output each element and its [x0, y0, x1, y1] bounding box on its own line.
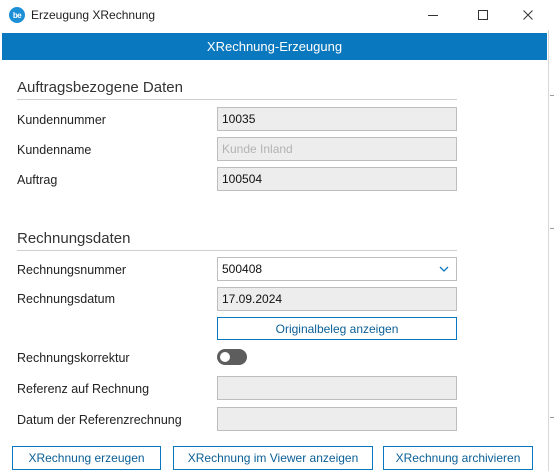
order-label: Auftrag [17, 173, 58, 187]
invoice-section-title: Rechnungsdaten [17, 230, 131, 247]
invoice-date-label: Rechnungsdatum [17, 292, 115, 306]
reference-date-field[interactable] [217, 407, 457, 431]
customer-name-field[interactable]: Kunde Inland [217, 137, 457, 161]
app-logo-icon: be [9, 7, 25, 23]
invoice-date-field[interactable]: 17.09.2024 [217, 287, 457, 311]
close-icon [523, 10, 533, 20]
customer-number-field[interactable]: 10035 [217, 107, 457, 131]
show-original-document-button[interactable]: Originalbeleg anzeigen [217, 317, 457, 340]
reference-invoice-label: Referenz auf Rechnung [17, 382, 150, 396]
customer-number-label: Kundennummer [17, 113, 106, 127]
header-banner: XRechnung-Erzeugung [2, 33, 547, 60]
invoice-section-divider [17, 250, 457, 251]
reference-date-label: Datum der Referenzrechnung [17, 413, 182, 427]
invoice-correction-toggle[interactable] [217, 349, 247, 365]
toggle-knob [220, 352, 230, 362]
order-section-title: Auftragsbezogene Daten [17, 79, 183, 96]
window-title: Erzeugung XRechnung [31, 8, 156, 22]
dialog-window: be Erzeugung XRechnung XRechnung-Erzeugu… [0, 0, 549, 471]
minimize-icon [428, 15, 438, 16]
order-field[interactable]: 100504 [217, 167, 457, 191]
title-bar: be Erzeugung XRechnung [0, 0, 549, 30]
background-window-edge [550, 228, 554, 229]
invoice-number-select[interactable]: 500408 [217, 257, 457, 281]
chevron-down-icon[interactable] [438, 263, 450, 275]
customer-name-label: Kundenname [17, 143, 92, 157]
close-button[interactable] [505, 0, 551, 30]
banner-title: XRechnung-Erzeugung [206, 39, 343, 54]
background-window-edge [550, 417, 554, 418]
archive-xrechnung-button[interactable]: XRechnung archivieren [383, 446, 533, 470]
reference-invoice-field[interactable] [217, 376, 457, 400]
invoice-correction-label: Rechnungskorrektur [17, 351, 130, 365]
show-in-viewer-button[interactable]: XRechnung im Viewer anzeigen [173, 446, 373, 470]
maximize-icon [478, 10, 488, 20]
create-xrechnung-button[interactable]: XRechnung erzeugen [12, 446, 161, 470]
minimize-button[interactable] [410, 0, 456, 30]
maximize-button[interactable] [460, 0, 506, 30]
invoice-number-label: Rechnungsnummer [17, 263, 127, 277]
order-section-divider [17, 99, 457, 100]
invoice-number-value: 500408 [222, 262, 263, 276]
background-window-edge [550, 95, 554, 96]
